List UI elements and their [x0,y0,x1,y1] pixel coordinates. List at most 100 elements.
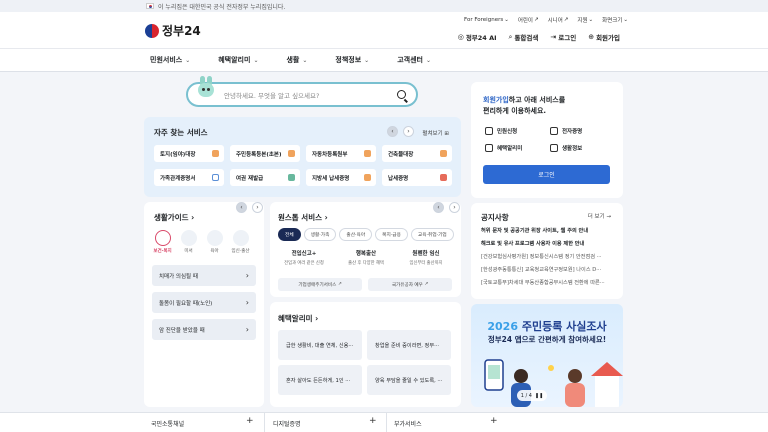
nav-item-support[interactable]: 고객센터 ⌄ [397,55,431,65]
woman-body [565,383,585,407]
life-cat-2[interactable]: 미서 [178,230,199,254]
plus-icon[interactable]: + [490,416,498,426]
life-guide-item[interactable]: 암 진단을 받았을 때 [152,319,256,340]
util-link-kids[interactable]: 어린이 ↗ [518,16,539,24]
life-cat-pregnancy[interactable]: 임신·출산 [230,230,251,254]
ai-button[interactable]: ◎ 정부24 AI [458,32,497,42]
chevron-right-icon: › [191,213,195,222]
banner-illustration [484,359,623,407]
tab-all[interactable]: 전체 [278,228,301,241]
external-link-icon: ↗ [534,17,539,23]
onestop-item[interactable]: 전입신고+ 전입과 여러 같은 신청 [276,249,332,266]
notice-item[interactable]: [한성광주동통통신] 교육청교육연구정보원] 나이스 D··· [481,266,617,273]
nav-item-life[interactable]: 생활 ⌄ [286,55,307,65]
login-item-benefit[interactable]: 혜택알리미 [485,144,550,152]
next-arrow-icon[interactable]: › [252,202,263,213]
util-link-support[interactable]: 지원 ⌄ [577,16,593,24]
certificate-icon [550,127,558,135]
service-item[interactable]: 건축물대장 [382,145,452,162]
service-item[interactable]: 토지(임야)대장 [154,145,224,162]
util-link-senior[interactable]: 시니어 ↗ [548,16,569,24]
login-link[interactable]: ⇥ 로그인 [550,32,576,42]
footer-menu-digital-cert[interactable]: 디지털증명 [273,419,301,428]
login-icon: ⇥ [550,33,557,41]
benefit-title[interactable]: 혜택알리미 › [278,313,318,324]
chevron-down-icon: ⌄ [185,57,191,64]
footer-menu-communication[interactable]: 국민소통채널 [151,419,184,428]
onestop-service: 원스톱 서비스 › ‹ › 전체 생활·가족 출산·육아 복지·급용 교육·취업… [270,202,461,297]
service-item[interactable]: 자동차등록원부 [306,145,376,162]
tab-edu[interactable]: 교육·취업·기업 [410,228,454,241]
plus-icon[interactable]: + [369,416,377,426]
chevron-down-icon: ⌄ [588,17,594,23]
notice-item[interactable]: 해크로 및 유사 프로그램 사용자 이용 제한 안내 [481,240,617,247]
life-guide-item[interactable]: 돌봄이 필요할 때(노인) [152,292,256,313]
benefit-item[interactable]: 급한 생활비, 대출 연체, 신용··· [278,330,362,360]
service-item[interactable]: 지방세 납세증명 [306,169,376,186]
pregnant-icon [232,230,249,246]
life-guide-title[interactable]: 생활가이드 › [154,212,194,223]
search-bar[interactable]: 안녕하세요. 무엇을 알고 싶으세요? [186,76,418,107]
tab-birth[interactable]: 출산·육아 [339,228,373,241]
nav-item-benefit[interactable]: 혜택알리미 ⌄ [218,55,258,65]
search-icon[interactable] [397,90,406,99]
prev-arrow-icon[interactable]: ‹ [387,126,398,137]
service-item[interactable]: 납세증명 [382,169,452,186]
prev-arrow-icon[interactable]: ‹ [433,202,444,213]
chevron-right-icon: › [315,314,319,323]
life-cat-health[interactable]: 보건·복지 [152,230,173,254]
woman-head [568,369,582,383]
prev-arrow-icon[interactable]: ‹ [236,202,247,213]
expand-button[interactable]: 펼쳐보기 ⊞ [422,129,449,137]
tab-life-family[interactable]: 생활·가족 [303,228,337,241]
life-guide-item[interactable]: 치매가 의심될 때 [152,265,256,286]
benefit-item[interactable]: 양육 부담을 줄일 수 있도록, ··· [367,365,451,395]
life-cat-childcare[interactable]: 육아 [204,230,225,254]
footer-bar: 국민소통채널 + 디지털증명 + 부가서비스 + [0,412,768,432]
notice-item[interactable]: [국토교통부]차세대 부동산종합공부시스템 전환에 따른··· [481,279,617,286]
onestop-item[interactable]: 원펜한 임신 임신부터 출산까지 [398,249,454,266]
promo-banner[interactable]: 2026 주민등록 사실조사 정부24 앱으로 간편하게 참여하세요! 1 / … [471,304,623,407]
onestop-title[interactable]: 원스톱 서비스 › [278,212,328,223]
search-button[interactable]: ⌕ 통합검색 [509,32,539,43]
ai-icon: ◎ [457,33,464,41]
banner-headline: 2026 주민등록 사실조사 [487,320,607,333]
service-item[interactable]: 여권 재발급 [230,169,300,186]
login-item-civil[interactable]: 민원신청 [485,127,550,135]
login-button[interactable]: 로그인 [483,165,610,184]
frequent-title: 자주 찾는 서비스 [154,128,208,137]
next-arrow-icon[interactable]: › [449,202,460,213]
benefit-alarm: 혜택알리미 › 급한 생활비, 대출 연체, 신용··· 창업을 준비 중이라면… [270,302,461,407]
onestop-item[interactable]: 행복출산 출산 후 다양한 혜택 [338,249,394,266]
search-input[interactable]: 안녕하세요. 무엇을 알고 싶으세요? [224,90,319,100]
notice-more-link[interactable]: 더 보기 → [588,212,611,220]
nav-item-civil[interactable]: 민원서비스 ⌄ [150,55,190,65]
person-icon [180,230,197,246]
plus-icon[interactable]: + [246,416,254,426]
signup-link[interactable]: ⊕ 회원가입 [588,32,620,42]
signup-highlight[interactable]: 회원가입 [483,96,509,104]
footer-menu-extra[interactable]: 부가서비스 [394,419,422,428]
notice-board: 공지사항 더 보기 → 허위 문자 및 공공기관 위장 사이트, 웹 주의 안내… [471,203,623,299]
notice-item[interactable]: 허위 문자 및 공공기관 위장 사이트, 웹 주의 안내 [481,227,617,234]
external-link-icon: ↗ [424,282,429,287]
notice-item[interactable]: [건강보험심사평가원] 정보통신시스템 정기 안전점검 ··· [481,253,617,260]
onestop-link-patriot[interactable]: 국가유공자 예우 ↗ [368,278,452,291]
service-item[interactable]: 주민등록등본(초본) [230,145,300,162]
next-arrow-icon[interactable]: › [403,126,414,137]
benefit-item[interactable]: 혼자 살아도 든든하게, 1인 ··· [278,365,362,395]
service-item[interactable]: 가족관계증명서 [154,169,224,186]
frequent-arrows: ‹ › [387,126,414,137]
logo-text: 정부24 [162,24,201,38]
login-item-life[interactable]: 생활정보 [550,144,615,152]
nav-item-policy[interactable]: 정책정보 ⌄ [335,55,369,65]
onestop-link-business[interactable]: 기업생애주기서비스 ↗ [278,278,362,291]
banner-pager[interactable]: 1 / 4 ❚❚ [517,390,547,401]
util-link-foreigners[interactable]: For Foreigners ⌄ [464,16,509,24]
util-link-font-size[interactable]: 화면크기 ⌄ [602,16,628,24]
pause-icon[interactable]: ❚❚ [535,393,543,399]
login-item-cert[interactable]: 전자증명 [550,127,615,135]
benefit-item[interactable]: 창업을 준비 중이라면, 정부··· [367,330,451,360]
logo[interactable]: 정부24 [145,22,201,39]
tab-welfare[interactable]: 복지·급용 [375,228,408,241]
